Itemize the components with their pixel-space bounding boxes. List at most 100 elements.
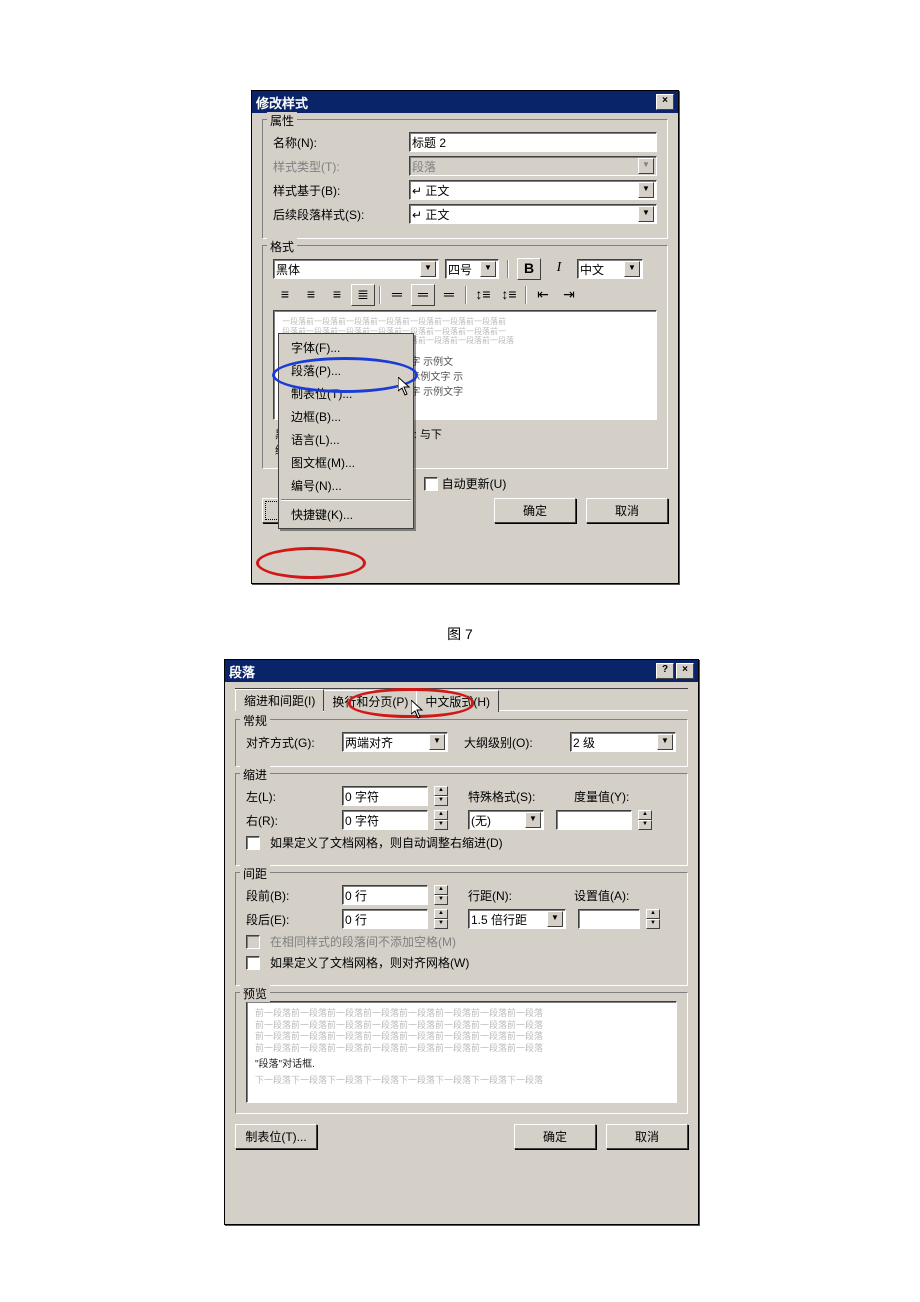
tab-asian-typography[interactable]: 中文版式(H) — [416, 690, 499, 712]
lang-value: 中文 — [580, 261, 624, 278]
chevron-down-icon[interactable]: ▼ — [638, 206, 654, 222]
special-combo[interactable]: (无) ▼ — [468, 810, 544, 830]
separator-icon — [507, 260, 509, 278]
chevron-down-icon[interactable]: ▼ — [420, 261, 436, 277]
alignment-combo[interactable]: 两端对齐 ▼ — [342, 732, 448, 752]
paragraph-titlebar: 段落 ? × — [225, 660, 698, 682]
spacebefore-inc-icon[interactable]: ↕≡ — [471, 284, 495, 306]
checkbox-icon — [246, 935, 260, 949]
preview-sample-text: "段落"对话框. — [255, 1057, 668, 1072]
close-icon[interactable]: × — [676, 663, 694, 679]
menu-numbering[interactable]: 编号(N)... — [281, 474, 411, 497]
checkbox-icon — [246, 956, 260, 970]
close-icon[interactable]: × — [656, 94, 674, 110]
basedon-combo[interactable]: ↵ 正文 ▼ — [409, 180, 657, 200]
outline-label: 大纲级别(O): — [464, 734, 564, 751]
align-left-icon[interactable]: ≡ — [273, 284, 297, 306]
styletype-combo: 段落 ▼ — [409, 156, 657, 176]
chevron-down-icon[interactable]: ▼ — [638, 182, 654, 198]
snapgrid-checkbox[interactable]: 如果定义了文档网格，则对齐网格(W) — [246, 954, 677, 971]
autoadjust-indent-checkbox[interactable]: 如果定义了文档网格，则自动调整右缩进(D) — [246, 834, 677, 851]
chevron-down-icon[interactable]: ▼ — [480, 261, 496, 277]
align-justify-icon[interactable]: ≣ — [351, 284, 375, 306]
menu-frame[interactable]: 图文框(M)... — [281, 451, 411, 474]
alignment-label: 对齐方式(G): — [246, 734, 336, 751]
menu-language[interactable]: 语言(L)... — [281, 428, 411, 451]
autoupdate-checkbox[interactable]: 自动更新(U) — [424, 475, 507, 492]
fontsize-value: 四号 — [448, 261, 480, 278]
fontname-value: 黑体 — [276, 261, 420, 278]
before-label: 段前(B): — [246, 887, 336, 904]
special-value: (无) — [471, 812, 525, 829]
tab-linepage-breaks[interactable]: 换行和分页(P) — [323, 690, 417, 712]
after-input[interactable]: 0 行 — [342, 909, 428, 929]
menu-tabs[interactable]: 制表位(T)... — [281, 382, 411, 405]
indent-right-input[interactable]: 0 字符 — [342, 810, 428, 830]
spinner-icon[interactable]: ▲▼ — [434, 885, 448, 905]
chevron-down-icon[interactable]: ▼ — [657, 734, 673, 750]
linespace-2-icon[interactable]: ═ — [437, 284, 461, 306]
followstyle-combo[interactable]: ↵ 正文 ▼ — [409, 204, 657, 224]
tab-indent-spacing[interactable]: 缩进和间距(I) — [235, 689, 324, 711]
styletype-value: 段落 — [412, 158, 638, 175]
menu-shortcut[interactable]: 快捷键(K)... — [281, 503, 411, 526]
separator-icon — [525, 286, 527, 304]
after-label: 段后(E): — [246, 911, 336, 928]
at-input[interactable] — [578, 909, 640, 929]
fontsize-combo[interactable]: 四号 ▼ — [445, 259, 499, 279]
fontname-combo[interactable]: 黑体 ▼ — [273, 259, 439, 279]
name-input[interactable]: 标题 2 — [409, 132, 657, 152]
properties-legend: 属性 — [267, 112, 297, 129]
indent-dec-icon[interactable]: ⇤ — [531, 284, 555, 306]
italic-button[interactable]: I — [547, 258, 571, 280]
spinner-icon[interactable]: ▲▼ — [646, 909, 660, 929]
menu-paragraph[interactable]: 段落(P)... — [281, 359, 411, 382]
chevron-down-icon[interactable]: ▼ — [547, 911, 563, 927]
spinner-icon[interactable]: ▲▼ — [638, 810, 652, 830]
bold-button[interactable]: B — [517, 258, 541, 280]
ok-button[interactable]: 确定 — [494, 498, 576, 523]
spacebefore-dec-icon[interactable]: ↕≡ — [497, 284, 521, 306]
annotation-red-oval — [256, 547, 366, 579]
menu-font[interactable]: 字体(F)... — [281, 336, 411, 359]
followstyle-label: 后续段落样式(S): — [273, 206, 403, 223]
menu-border[interactable]: 边框(B)... — [281, 405, 411, 428]
ok-button[interactable]: 确定 — [514, 1124, 596, 1149]
linespace-1-icon[interactable]: ═ — [385, 284, 409, 306]
measure-label: 度量值(Y): — [574, 788, 654, 805]
name-value: 标题 2 — [412, 134, 446, 151]
indent-right-label: 右(R): — [246, 812, 336, 829]
chevron-down-icon: ▼ — [638, 158, 654, 174]
paragraph-title: 段落 — [229, 662, 654, 681]
align-center-icon[interactable]: ≡ — [299, 284, 323, 306]
cancel-button[interactable]: 取消 — [606, 1124, 688, 1149]
outline-value: 2 级 — [573, 734, 657, 751]
followstyle-value: ↵ 正文 — [412, 206, 638, 223]
chevron-down-icon[interactable]: ▼ — [525, 812, 541, 828]
linespace-15-icon[interactable]: ═ — [411, 284, 435, 306]
lang-combo[interactable]: 中文 ▼ — [577, 259, 643, 279]
indent-group: 缩进 左(L): 0 字符 ▲▼ 特殊格式(S): 度量值(Y): 右(R): … — [235, 773, 688, 866]
outline-combo[interactable]: 2 级 ▼ — [570, 732, 676, 752]
figure-caption: 图 7 — [0, 624, 920, 644]
indent-left-input[interactable]: 0 字符 — [342, 786, 428, 806]
tabs-button[interactable]: 制表位(T)... — [235, 1124, 317, 1149]
indent-inc-icon[interactable]: ⇥ — [557, 284, 581, 306]
paragraph-dialog: 段落 ? × 缩进和间距(I) 换行和分页(P) 中文版式(H) 常规 对齐方式… — [224, 659, 699, 1225]
spinner-icon[interactable]: ▲▼ — [434, 909, 448, 929]
spinner-icon[interactable]: ▲▼ — [434, 786, 448, 806]
basedon-label: 样式基于(B): — [273, 182, 403, 199]
alignment-toolbar: ≡ ≡ ≡ ≣ ═ ═ ═ ↕≡ ↕≡ ⇤ ⇥ — [273, 284, 657, 306]
chevron-down-icon[interactable]: ▼ — [429, 734, 445, 750]
autoadjust-indent-label: 如果定义了文档网格，则自动调整右缩进(D) — [270, 834, 503, 851]
help-icon[interactable]: ? — [656, 663, 674, 679]
cancel-button[interactable]: 取消 — [586, 498, 668, 523]
measure-input[interactable] — [556, 810, 632, 830]
chevron-down-icon[interactable]: ▼ — [624, 261, 640, 277]
basedon-value: ↵ 正文 — [412, 182, 638, 199]
align-right-icon[interactable]: ≡ — [325, 284, 349, 306]
linespacing-combo[interactable]: 1.5 倍行距 ▼ — [468, 909, 566, 929]
before-input[interactable]: 0 行 — [342, 885, 428, 905]
linespacing-label: 行距(N): — [468, 887, 568, 904]
spinner-icon[interactable]: ▲▼ — [434, 810, 448, 830]
